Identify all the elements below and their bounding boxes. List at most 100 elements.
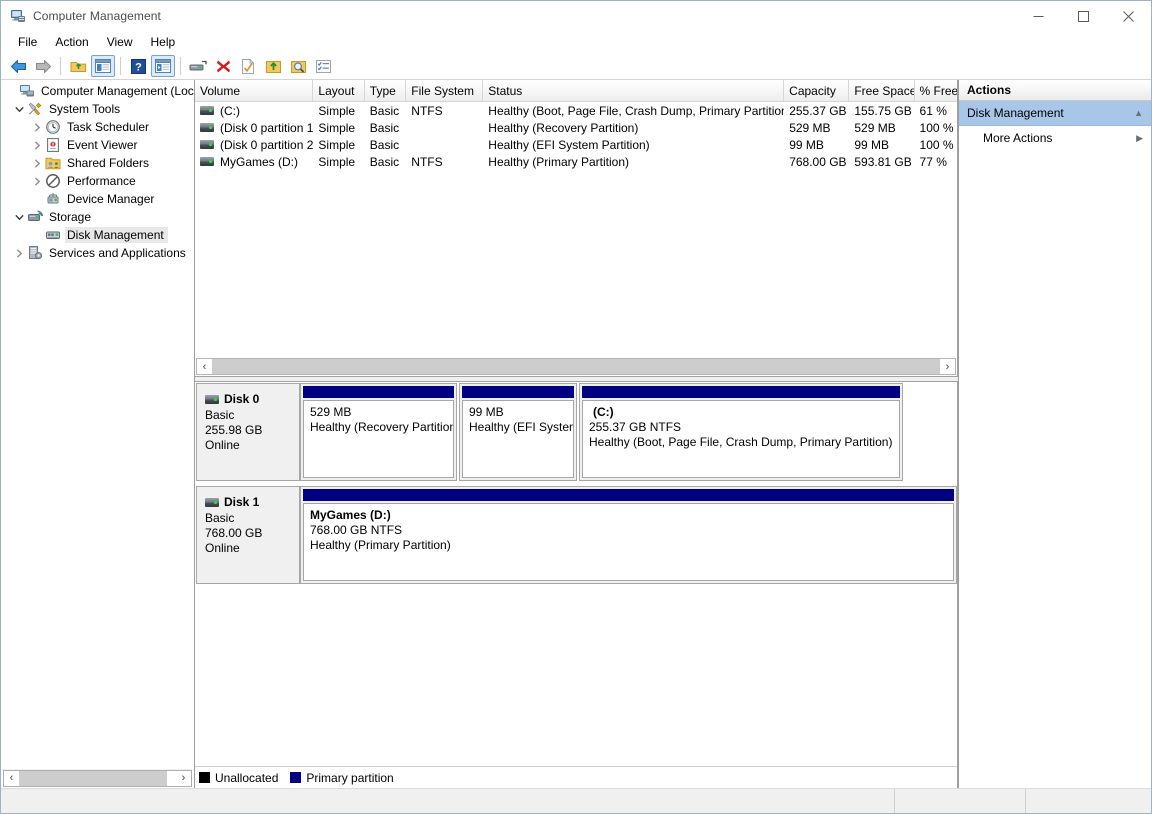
column-header-file-system[interactable]: File System bbox=[406, 80, 484, 101]
chevron-down-icon[interactable] bbox=[11, 209, 27, 225]
menu-item-action[interactable]: Action bbox=[46, 33, 97, 51]
tree-item-event-viewer[interactable]: Event Viewer bbox=[1, 136, 194, 154]
column-header-capacity[interactable]: Capacity bbox=[784, 80, 850, 101]
partition-size: 768.00 GB NTFS bbox=[310, 523, 403, 537]
sidebar-item-disk-management[interactable]: Disk Management bbox=[1, 226, 194, 244]
partition-recovery[interactable]: 529 MB Healthy (Recovery Partition) bbox=[300, 383, 457, 481]
disk-partitions: 529 MB Healthy (Recovery Partition) 99 M… bbox=[300, 383, 957, 481]
cell-type: Basic bbox=[369, 137, 400, 152]
scrollbar-thumb[interactable] bbox=[212, 359, 940, 374]
menu-item-help[interactable]: Help bbox=[142, 33, 185, 51]
toolbar-separator bbox=[60, 57, 61, 75]
list-view-icon[interactable] bbox=[311, 55, 335, 77]
actions-group-disk-management[interactable]: Disk Management ▲ bbox=[959, 101, 1151, 126]
tree-horizontal-scrollbar[interactable]: ‹ › bbox=[1, 769, 194, 788]
scrollbar-track-container[interactable]: ‹ › bbox=[196, 358, 956, 375]
event-viewer-icon bbox=[45, 137, 61, 153]
table-row[interactable]: (C:) Simple Basic NTFS Healthy (Boot, Pa… bbox=[195, 102, 957, 119]
show-hide-action-pane-icon[interactable] bbox=[151, 55, 175, 77]
disk-row-1[interactable]: Disk 1 Basic 768.00 GB Online MyGames (D… bbox=[196, 486, 957, 584]
chevron-right-icon[interactable] bbox=[29, 137, 45, 153]
volume-list-horizontal-scrollbar[interactable]: ‹ › bbox=[195, 357, 957, 376]
table-row[interactable]: MyGames (D:) Simple Basic NTFS Healthy (… bbox=[195, 153, 957, 170]
forward-icon[interactable] bbox=[31, 55, 55, 77]
column-header-percent-free[interactable]: % Free bbox=[914, 80, 957, 101]
partition-mygames-d-drive[interactable]: MyGames (D:) 768.00 GB NTFS Healthy (Pri… bbox=[300, 486, 957, 584]
minimize-button[interactable] bbox=[1016, 1, 1061, 31]
extend-volume-icon[interactable] bbox=[261, 55, 285, 77]
tree-item-storage[interactable]: Storage bbox=[1, 208, 194, 226]
column-header-status[interactable]: Status bbox=[483, 80, 785, 101]
cell-free-space: 99 MB bbox=[854, 137, 890, 152]
scrollbar-track[interactable] bbox=[19, 770, 176, 786]
scrollbar-track[interactable] bbox=[212, 359, 940, 374]
scroll-left-arrow-icon[interactable]: ‹ bbox=[4, 771, 19, 786]
delete-icon[interactable] bbox=[211, 55, 235, 77]
cell-layout: Simple bbox=[318, 103, 356, 118]
tree-item-performance[interactable]: Performance bbox=[1, 172, 194, 190]
menu-item-view[interactable]: View bbox=[98, 33, 142, 51]
chevron-down-icon[interactable] bbox=[11, 101, 27, 117]
column-header-volume[interactable]: Volume bbox=[195, 80, 314, 101]
table-row[interactable]: (Disk 0 partition 2) Simple Basic Health… bbox=[195, 136, 957, 153]
cell-percent-free: 100 % bbox=[919, 137, 954, 152]
disk-info-panel[interactable]: Disk 1 Basic 768.00 GB Online bbox=[196, 486, 300, 584]
partition-c-drive[interactable]: (C:) 255.37 GB NTFS Healthy (Boot, Page … bbox=[579, 383, 903, 481]
expander-placeholder bbox=[3, 83, 19, 99]
scrollbar-thumb[interactable] bbox=[19, 770, 167, 786]
disk-type: Basic bbox=[205, 511, 235, 525]
up-folder-icon[interactable] bbox=[66, 55, 90, 77]
column-header-layout[interactable]: Layout bbox=[313, 80, 365, 101]
console-tree: Computer Management (Local System Tools bbox=[1, 80, 194, 769]
back-icon[interactable] bbox=[6, 55, 30, 77]
actions-pane: Actions Disk Management ▲ More Actions ▶ bbox=[959, 80, 1151, 788]
tree-item-shared-folders[interactable]: Shared Folders bbox=[1, 154, 194, 172]
menu-item-file[interactable]: File bbox=[9, 33, 46, 51]
tree-item-task-scheduler[interactable]: Task Scheduler bbox=[1, 118, 194, 136]
tree-item-computer-management[interactable]: Computer Management (Local bbox=[1, 82, 194, 100]
column-header-free-space[interactable]: Free Space bbox=[849, 80, 915, 101]
partition-efi-system[interactable]: 99 MB Healthy (EFI System Partition) bbox=[459, 383, 577, 481]
performance-icon bbox=[45, 173, 61, 189]
disk-management-icon bbox=[45, 227, 61, 243]
rescan-disks-icon[interactable] bbox=[286, 55, 310, 77]
scroll-right-arrow-icon[interactable]: › bbox=[940, 359, 955, 374]
tree-item-system-tools[interactable]: System Tools bbox=[1, 100, 194, 118]
chevron-right-icon[interactable] bbox=[29, 119, 45, 135]
expander-placeholder bbox=[29, 191, 45, 207]
cell-volume-label: MyGames (D:) bbox=[220, 154, 298, 169]
format-icon[interactable] bbox=[236, 55, 260, 77]
chevron-right-icon[interactable] bbox=[11, 245, 27, 261]
maximize-button[interactable] bbox=[1061, 1, 1106, 31]
disk-title: Disk 0 bbox=[205, 392, 299, 407]
cell-volume: (C:) bbox=[195, 104, 313, 118]
computer-icon bbox=[19, 83, 35, 99]
disks-area: Disk 0 Basic 255.98 GB Online 529 MB Hea… bbox=[195, 382, 957, 766]
partition-details: MyGames (D:) 768.00 GB NTFS Healthy (Pri… bbox=[303, 503, 954, 581]
tree-item-services-and-applications[interactable]: Services and Applications bbox=[1, 244, 194, 262]
table-row[interactable]: (Disk 0 partition 1) Simple Basic Health… bbox=[195, 119, 957, 136]
disk-row-0[interactable]: Disk 0 Basic 255.98 GB Online 529 MB Hea… bbox=[196, 383, 957, 481]
chevron-right-icon[interactable]: ▶ bbox=[1136, 133, 1143, 144]
close-button[interactable] bbox=[1106, 1, 1151, 31]
help-icon[interactable]: ? bbox=[126, 55, 150, 77]
cell-percent-free: 100 % bbox=[919, 120, 954, 135]
disk-properties-icon[interactable] bbox=[186, 55, 210, 77]
legend-label: Unallocated bbox=[215, 770, 279, 785]
show-hide-console-tree-icon[interactable] bbox=[91, 55, 115, 77]
disk-info-panel[interactable]: Disk 0 Basic 255.98 GB Online bbox=[196, 383, 300, 481]
scroll-right-arrow-icon[interactable]: › bbox=[176, 771, 191, 786]
scroll-left-arrow-icon[interactable]: ‹ bbox=[197, 359, 212, 374]
column-header-type[interactable]: Type bbox=[364, 80, 407, 101]
cell-file-system: NTFS bbox=[411, 154, 443, 169]
disk-icon bbox=[205, 395, 219, 404]
scrollbar-track-container[interactable]: ‹ › bbox=[3, 769, 192, 787]
actions-item-more-actions[interactable]: More Actions ▶ bbox=[959, 126, 1151, 150]
tree-item-device-manager[interactable]: Device Manager bbox=[1, 190, 194, 208]
disk-name: Disk 0 bbox=[224, 392, 260, 406]
legend-item-unallocated: Unallocated bbox=[199, 771, 278, 785]
chevron-up-icon[interactable]: ▲ bbox=[1134, 108, 1143, 118]
chevron-right-icon[interactable] bbox=[29, 173, 45, 189]
chevron-right-icon[interactable] bbox=[29, 155, 45, 171]
partition-size: 99 MB bbox=[469, 405, 504, 419]
